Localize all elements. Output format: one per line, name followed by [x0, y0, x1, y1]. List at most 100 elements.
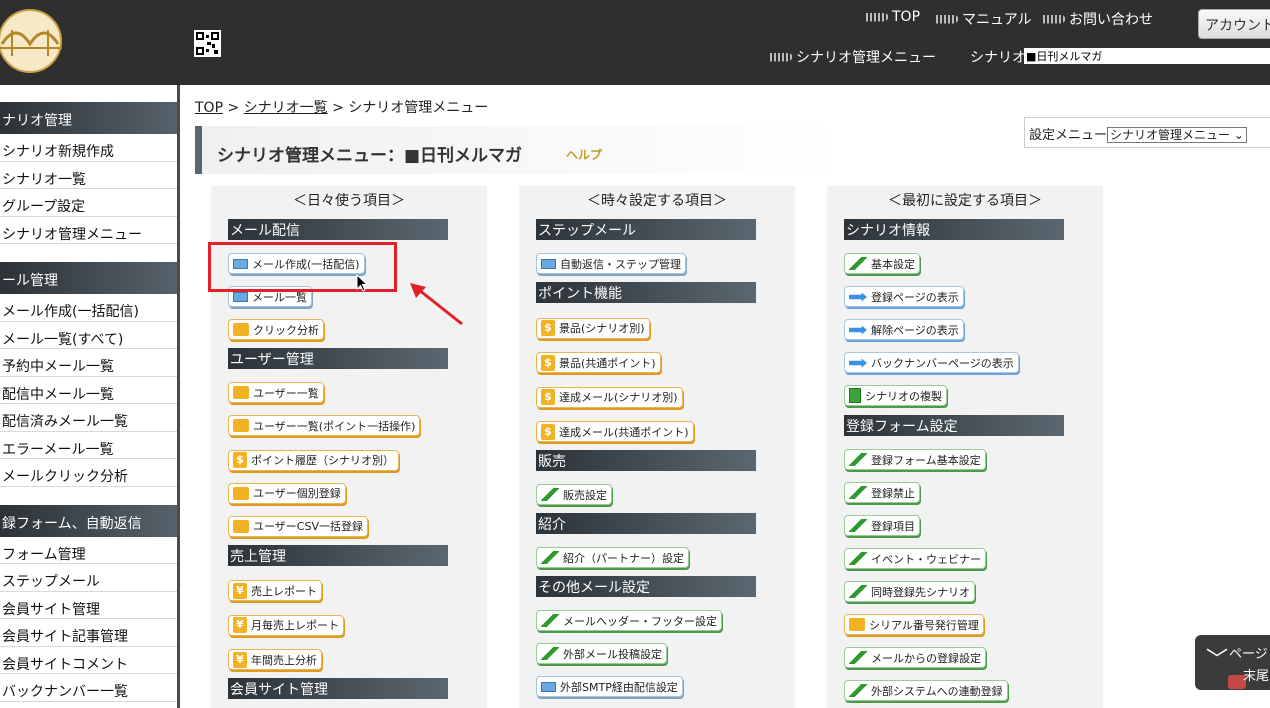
scenario-menu-link[interactable]: シナリオ管理メニュー	[770, 47, 936, 67]
sidebar-item[interactable]: 配信中メール一覧	[0, 377, 177, 404]
nav-contact-link[interactable]: お問い合わせ	[1043, 9, 1153, 29]
sidebar-item[interactable]: ステップメール	[0, 564, 177, 592]
menu-button[interactable]: ¥ 月毎売上レポート	[228, 614, 344, 636]
menu-button[interactable]: ユーザーCSV一括登録	[228, 515, 368, 537]
sidebar-item[interactable]: シナリオ新規作成	[0, 134, 177, 162]
menu-button[interactable]: ¥ 売上レポート	[228, 580, 322, 601]
menu-button-label: ポイント履歴（シナリオ別）	[251, 454, 394, 467]
breadcrumb-list-link[interactable]: シナリオ一覧	[244, 100, 328, 116]
menu-row: 解除ページの表示	[827, 319, 1103, 340]
copy-icon	[849, 388, 861, 403]
menu-row: 同時登録先シナリオ	[827, 581, 1103, 602]
menu-button[interactable]: $ 景品(シナリオ別)	[536, 317, 650, 339]
arrow-icon	[770, 52, 794, 62]
menu-button[interactable]: 紹介（パートナー）設定	[536, 547, 689, 568]
menu-row: ¥ 年間売上分析	[211, 648, 487, 670]
top-header: TOP マニュアル お問い合わせ アカウント シナリオ管理メニュー シナリオ ■…	[0, 0, 1270, 85]
nav-top-link[interactable]: TOP	[866, 9, 920, 25]
section-header: 売上管理	[228, 544, 448, 566]
sidebar-item[interactable]: メールクリック分析	[0, 459, 177, 487]
pen-icon	[849, 684, 867, 697]
pen-icon	[849, 519, 867, 532]
page-end-tab[interactable]: ﹀ ページ 末尾	[1195, 635, 1270, 690]
menu-button[interactable]: 外部システムへの連動登録	[844, 680, 1008, 701]
mouse-cursor-icon	[356, 274, 369, 292]
sidebar-item[interactable]: メール作成(一括配信)	[0, 294, 177, 322]
menu-button[interactable]: 登録フォーム基本設定	[844, 449, 986, 470]
help-link[interactable]: ヘルプ	[566, 146, 602, 163]
sidebar-item[interactable]: シナリオ一覧	[0, 162, 177, 189]
menu-button[interactable]: ユーザー個別登録	[228, 482, 346, 504]
menu-row: 外部SMTP経由配信設定	[519, 676, 795, 697]
menu-button[interactable]: 登録ページの表示	[844, 286, 964, 307]
nav-manual-link[interactable]: マニュアル	[936, 9, 1032, 29]
sidebar-item[interactable]: バックナンバー一覧	[0, 674, 177, 702]
breadcrumb-top-link[interactable]: TOP	[195, 100, 223, 116]
menu-button[interactable]: 外部メール投稿設定	[536, 643, 667, 664]
menu-button[interactable]: 基本設定	[844, 253, 920, 274]
logo-icon[interactable]	[0, 8, 66, 74]
menu-button[interactable]: ユーザー一覧	[228, 382, 324, 403]
sidebar-item[interactable]: 予約中メール一覧	[0, 349, 177, 377]
pen-icon	[849, 651, 867, 664]
menu-button[interactable]: ¥ 年間売上分析	[228, 649, 322, 670]
menu-button[interactable]: 外部SMTP経由配信設定	[536, 676, 683, 697]
menu-button-label: 外部メール投稿設定	[563, 647, 662, 661]
page-tab-label: 末尾	[1243, 669, 1270, 684]
menu-button[interactable]: 登録禁止	[844, 482, 920, 503]
menu-button[interactable]: $ 景品(共通ポイント)	[536, 352, 661, 373]
menu-button[interactable]: 自動返信・ステップ管理	[536, 253, 686, 274]
menu-button-label: 登録禁止	[871, 486, 915, 500]
menu-button-label: 外部システムへの連動登録	[871, 684, 1003, 698]
settings-select[interactable]: シナリオ管理メニュー ⌄	[1107, 127, 1247, 143]
mail-icon	[541, 258, 556, 269]
menu-button-label: 景品(シナリオ別)	[559, 322, 645, 335]
coin-icon: $	[541, 354, 555, 371]
menu-button[interactable]: クリック分析	[228, 319, 324, 340]
sidebar-item[interactable]: 会員サイトコメント	[0, 647, 177, 674]
menu-button[interactable]: イベント・ウェビナー	[844, 548, 986, 569]
menu-button-label: ユーザー一覧(ポイント一括操作)	[253, 419, 416, 433]
sidebar-item[interactable]: 配信済みメール一覧	[0, 404, 177, 432]
sidebar-item[interactable]: 会員サイト記事管理	[0, 619, 177, 647]
menu-row: 登録ページの表示	[827, 286, 1103, 307]
sidebar-item[interactable]: メール一覧(すべて)	[0, 322, 177, 349]
menu-button[interactable]: 登録項目	[844, 515, 920, 536]
menu-row: 販売設定	[519, 484, 795, 505]
menu-button[interactable]: メールヘッダー・フッター設定	[536, 610, 722, 631]
section-header: 登録フォーム設定	[844, 415, 1064, 436]
sidebar-item[interactable]: グループ設定	[0, 189, 177, 217]
sidebar-item[interactable]: フォーム管理	[0, 537, 177, 564]
sidebar-item[interactable]: 会員サイト管理	[0, 592, 177, 619]
sidebar-section-title[interactable]: ール管理	[0, 262, 177, 294]
menu-button[interactable]: $ 達成メール(シナリオ別)	[536, 386, 683, 408]
breadcrumb-current: シナリオ管理メニュー	[348, 100, 489, 116]
menu-row: $ 景品(シナリオ別)	[519, 316, 795, 339]
menu-button[interactable]: シナリオの複製	[844, 385, 947, 406]
account-button[interactable]: アカウント	[1198, 9, 1270, 39]
menu-button[interactable]: 販売設定	[536, 484, 612, 505]
menu-row: $ 景品(共通ポイント)	[519, 351, 795, 373]
scenario-select[interactable]: ■日刊メルマガ	[1024, 48, 1270, 64]
sidebar-section-title[interactable]: 録フォーム、自動返信	[0, 504, 177, 537]
breadcrumb-separator: >	[227, 100, 240, 116]
arrow-icon	[849, 325, 867, 335]
sidebar-section-title[interactable]: ナリオ管理	[0, 102, 177, 134]
menu-button[interactable]: 解除ページの表示	[844, 319, 964, 340]
menu-button[interactable]: バックナンバーページの表示	[844, 352, 1019, 373]
menu-button[interactable]: 同時登録先シナリオ	[844, 581, 975, 602]
sidebar-item[interactable]: エラーメール一覧	[0, 432, 177, 459]
menu-button-label: 外部SMTP経由配信設定	[560, 680, 678, 694]
sidebar-item[interactable]: シナリオ管理メニュー	[0, 217, 177, 244]
card-icon	[233, 519, 249, 533]
menu-row: 登録禁止	[827, 482, 1103, 503]
menu-button[interactable]: メールからの登録設定	[844, 647, 986, 668]
menu-button[interactable]: $ 達成メール(共通ポイント)	[536, 421, 694, 442]
menu-button[interactable]: シリアル番号発行管理	[844, 614, 984, 635]
menu-button[interactable]: $ ポイント履歴（シナリオ別）	[228, 449, 399, 471]
yen-icon: ¥	[233, 582, 247, 599]
qr-code-icon[interactable]	[194, 30, 221, 57]
menu-button-label: 同時登録先シナリオ	[871, 585, 970, 599]
menu-button-label: ユーザー一覧	[253, 386, 319, 400]
menu-button[interactable]: ユーザー一覧(ポイント一括操作)	[228, 415, 421, 436]
